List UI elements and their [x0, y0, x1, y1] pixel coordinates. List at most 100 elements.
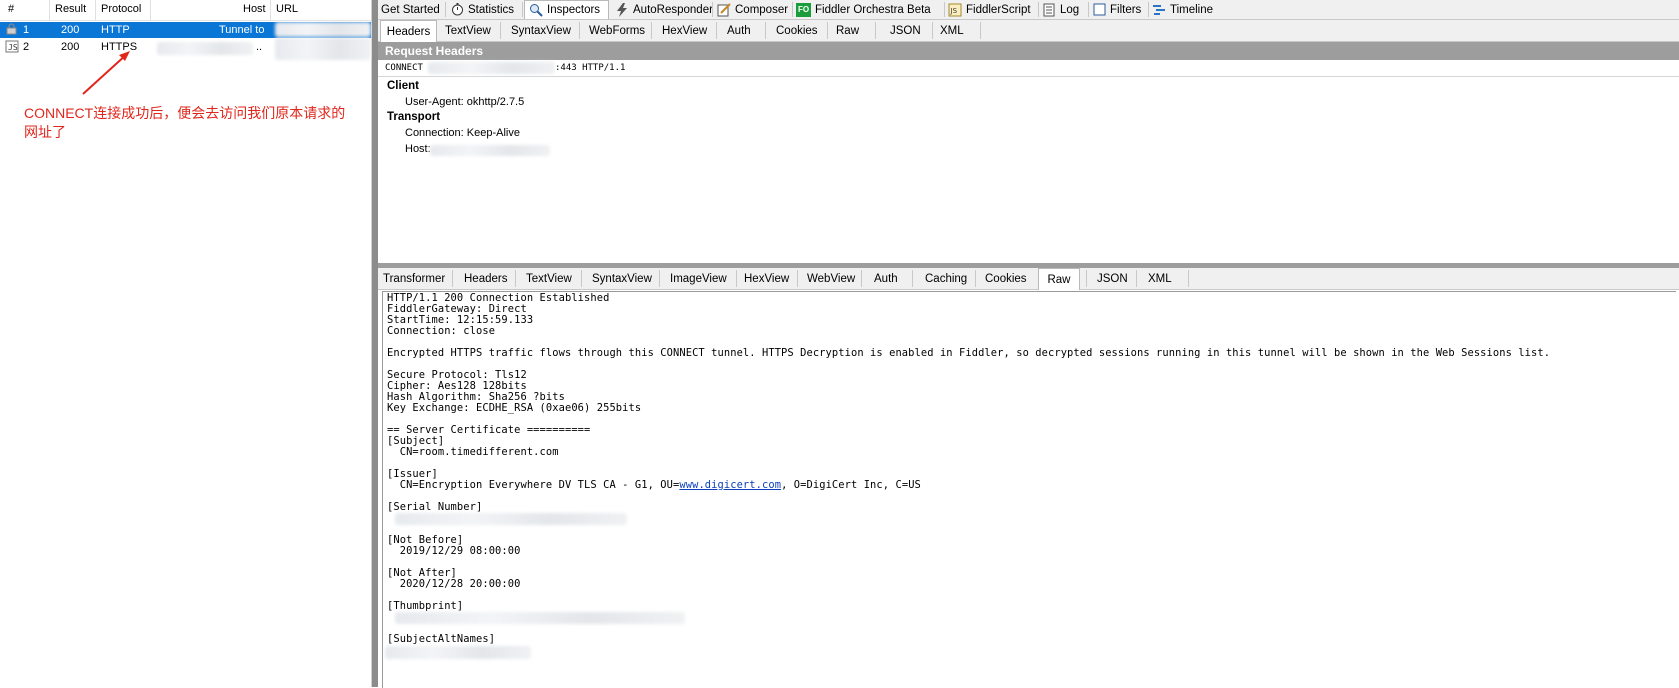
digicert-link[interactable]: www.digicert.com: [679, 479, 781, 491]
svg-text:JS: JS: [8, 43, 18, 52]
request-headers-title: Request Headers: [378, 42, 1679, 60]
annotation-arrow-icon: [82, 51, 130, 95]
issuer-prefix: CN=Encryption Everywhere DV TLS CA - G1,…: [387, 479, 680, 491]
header-connection: Connection: Keep-Alive: [405, 127, 520, 139]
response-line: Encrypted HTTPS traffic flows through th…: [387, 347, 1551, 359]
tab-statistics[interactable]: Statistics: [450, 0, 514, 19]
request-line: CONNECT :443 HTTP/1.1: [378, 60, 1679, 77]
col-url[interactable]: URL: [276, 3, 298, 15]
response-line: 2019/12/29 08:00:00: [387, 545, 521, 557]
tab-label: Filters: [1110, 3, 1142, 16]
col-host[interactable]: Host: [243, 3, 266, 15]
tab-get-started[interactable]: Get Started: [381, 0, 440, 19]
issuer-suffix: , O=DigiCert Inc, C=US: [781, 479, 921, 491]
tab-request-auth[interactable]: Auth: [727, 20, 751, 41]
tab-label: Timeline: [1170, 3, 1214, 16]
js-icon: JS: [948, 3, 962, 17]
tab-label: AutoResponder: [633, 3, 713, 16]
tab-inspectors[interactable]: Inspectors: [524, 0, 609, 19]
inspectors-pane: Get Started Statistics Inspectors AutoRe…: [378, 0, 1679, 688]
response-line: [Thumbprint]: [387, 600, 464, 612]
tab-response-textview[interactable]: TextView: [526, 268, 572, 289]
redacted-url: [275, 22, 371, 37]
tab-response-transformer[interactable]: Transformer: [383, 268, 445, 289]
col-result[interactable]: Result: [55, 3, 86, 15]
tab-response-imageview[interactable]: ImageView: [670, 268, 727, 289]
redacted-host-value: [430, 145, 550, 156]
response-line: CN=room.timedifferent.com: [387, 446, 559, 458]
main-tabbar: Get Started Statistics Inspectors AutoRe…: [378, 0, 1679, 20]
redacted-altnames: [385, 646, 531, 659]
redacted-serial: [395, 513, 627, 525]
tab-response-xml[interactable]: XML: [1148, 268, 1172, 289]
tab-composer[interactable]: Composer: [717, 0, 788, 19]
tab-response-webview[interactable]: WebView: [807, 268, 855, 289]
sessions-header: # Result Protocol Host URL: [0, 0, 371, 21]
tab-response-cookies[interactable]: Cookies: [985, 268, 1027, 289]
tab-timeline[interactable]: Timeline: [1152, 0, 1213, 19]
redacted-host: [157, 42, 253, 55]
stopwatch-icon: [450, 2, 464, 17]
redacted-url: [275, 38, 371, 60]
redacted-thumbprint: [395, 612, 685, 624]
session-host: ..: [256, 41, 263, 53]
tab-request-json[interactable]: JSON: [890, 20, 921, 41]
tab-autoresponder[interactable]: AutoResponder: [615, 0, 713, 19]
tab-label: Statistics: [468, 3, 515, 16]
session-number: 2: [23, 41, 30, 53]
tab-fiddler-orchestra[interactable]: FO Fiddler Orchestra Beta: [796, 0, 931, 19]
response-line: [Serial Number]: [387, 501, 483, 513]
request-tabbar: Headers TextView SyntaxView WebForms Hex…: [378, 20, 1679, 42]
log-icon: [1042, 3, 1056, 17]
tab-response-headers[interactable]: Headers: [464, 268, 507, 289]
response-raw-body[interactable]: HTTP/1.1 200 Connection Established Fidd…: [382, 291, 1676, 688]
col-protocol[interactable]: Protocol: [101, 3, 141, 15]
tab-response-hexview[interactable]: HexView: [744, 268, 789, 289]
web-sessions-pane: # Result Protocol Host URL 1 200 HTTP Tu…: [0, 0, 372, 687]
response-line: Key Exchange: ECDHE_RSA (0xae06) 255bits: [387, 402, 642, 414]
tab-response-json[interactable]: JSON: [1097, 268, 1128, 289]
fo-icon: FO: [796, 2, 811, 17]
tab-response-caching[interactable]: Caching: [925, 268, 967, 289]
annotation-text: CONNECT连接成功后，便会去访问我们原本请求的网址了: [24, 105, 346, 140]
header-host: Host:: [405, 143, 431, 155]
checkbox-icon: [1092, 3, 1106, 17]
request-headers-title-text: Request Headers: [385, 44, 484, 58]
tab-request-cookies[interactable]: Cookies: [776, 20, 818, 41]
tab-request-webforms[interactable]: WebForms: [589, 20, 645, 41]
tab-request-hexview[interactable]: HexView: [662, 20, 707, 41]
session-number: 1: [23, 24, 30, 36]
issuer-line: CN=Encryption Everywhere DV TLS CA - G1,…: [387, 479, 921, 491]
tab-request-xml[interactable]: XML: [940, 20, 964, 41]
svg-text:JS: JS: [950, 7, 958, 15]
tab-response-auth[interactable]: Auth: [874, 268, 898, 289]
tab-request-textview[interactable]: TextView: [445, 20, 491, 41]
tab-response-syntaxview[interactable]: SyntaxView: [592, 268, 652, 289]
response-line: [SubjectAltNames]: [387, 633, 496, 645]
request-method: CONNECT: [385, 63, 423, 73]
tab-request-headers[interactable]: Headers: [380, 20, 437, 42]
tab-request-raw[interactable]: Raw: [836, 20, 859, 41]
tab-response-raw[interactable]: Raw: [1038, 268, 1080, 290]
response-line: Connection: close: [387, 325, 496, 337]
response-tabbar: Transformer Headers TextView SyntaxView …: [378, 268, 1679, 290]
tab-filters[interactable]: Filters: [1092, 0, 1141, 19]
tab-log[interactable]: Log: [1042, 0, 1079, 19]
session-host: Tunnel to: [219, 24, 265, 36]
group-transport[interactable]: Transport: [387, 111, 440, 123]
magnifier-icon: [529, 3, 543, 17]
tab-label: Get Started: [381, 3, 440, 16]
tab-request-syntaxview[interactable]: SyntaxView: [511, 20, 571, 41]
group-client[interactable]: Client: [387, 80, 419, 92]
pencil-icon: [717, 2, 731, 17]
tab-label: Inspectors: [547, 4, 601, 16]
session-protocol: HTTP: [101, 24, 130, 36]
lightning-icon: [615, 2, 629, 17]
tab-label: Composer: [735, 3, 789, 16]
tab-fiddlerscript[interactable]: JS FiddlerScript: [948, 0, 1031, 19]
timeline-icon: [1152, 3, 1166, 17]
tab-label: Log: [1060, 3, 1080, 16]
col-number[interactable]: #: [8, 3, 14, 15]
session-result: 200: [61, 24, 80, 36]
lock-icon: [6, 23, 17, 38]
